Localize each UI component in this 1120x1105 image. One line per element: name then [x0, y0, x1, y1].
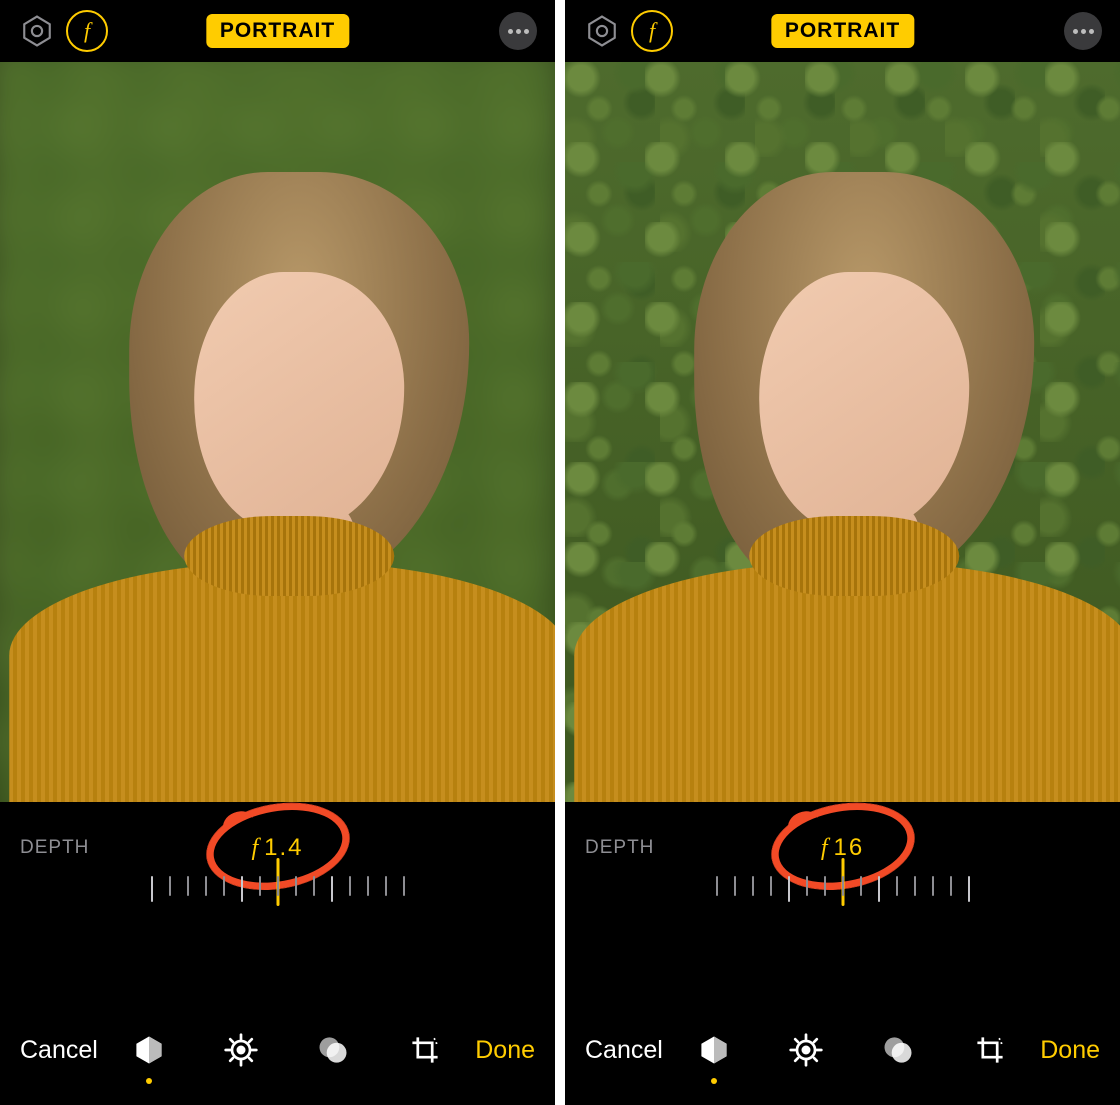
mode-badge[interactable]: PORTRAIT [206, 14, 349, 48]
aperture-icon[interactable]: f [631, 10, 673, 52]
depth-slider[interactable] [0, 876, 555, 940]
top-toolbar: f PORTRAIT [565, 0, 1120, 62]
filters-tool-button[interactable] [876, 1028, 920, 1072]
adjust-tool-button[interactable] [219, 1028, 263, 1072]
aperture-f-char: f [251, 835, 260, 861]
ellipsis-icon [508, 29, 529, 34]
aperture-icon[interactable]: f [66, 10, 108, 52]
bottom-toolbar: Cancel [0, 995, 555, 1105]
aperture-number: 1.4 [264, 834, 303, 861]
photo-subject [574, 162, 1120, 802]
aperture-f-char: f [649, 18, 655, 44]
slider-ticks [716, 876, 970, 906]
cancel-button[interactable]: Cancel [20, 1036, 98, 1065]
crop-tool-button[interactable] [968, 1028, 1012, 1072]
tool-icons-row [671, 1028, 1032, 1072]
top-toolbar: f PORTRAIT [0, 0, 555, 62]
filters-tool-button[interactable] [311, 1028, 355, 1072]
more-button[interactable] [499, 12, 537, 50]
portrait-lighting-icon[interactable] [18, 12, 56, 50]
screen-left: f PORTRAIT DEPTH f1.4 Cancel [0, 0, 555, 1105]
bottom-toolbar: Cancel [565, 995, 1120, 1105]
screen-right: f PORTRAIT DEPTH f16 Cancel [565, 0, 1120, 1105]
depth-label: DEPTH [20, 837, 89, 859]
done-button[interactable]: Done [1040, 1036, 1100, 1065]
depth-label: DEPTH [585, 837, 654, 859]
done-button[interactable]: Done [475, 1036, 535, 1065]
aperture-number: 16 [833, 834, 864, 861]
photo-preview[interactable] [0, 62, 555, 802]
adjust-tool-button[interactable] [784, 1028, 828, 1072]
slider-ticks [151, 876, 405, 906]
cancel-button[interactable]: Cancel [585, 1036, 663, 1065]
more-button[interactable] [1064, 12, 1102, 50]
tool-icons-row [106, 1028, 467, 1072]
depth-slider[interactable] [565, 876, 1120, 940]
photo-preview[interactable] [565, 62, 1120, 802]
aperture-f-char: f [821, 835, 830, 861]
ellipsis-icon [1073, 29, 1094, 34]
aperture-f-char: f [84, 18, 90, 44]
portrait-lighting-tool-button[interactable] [692, 1028, 736, 1072]
portrait-lighting-icon[interactable] [583, 12, 621, 50]
portrait-lighting-tool-button[interactable] [127, 1028, 171, 1072]
mode-badge[interactable]: PORTRAIT [771, 14, 914, 48]
photo-subject [9, 162, 555, 802]
crop-tool-button[interactable] [403, 1028, 447, 1072]
